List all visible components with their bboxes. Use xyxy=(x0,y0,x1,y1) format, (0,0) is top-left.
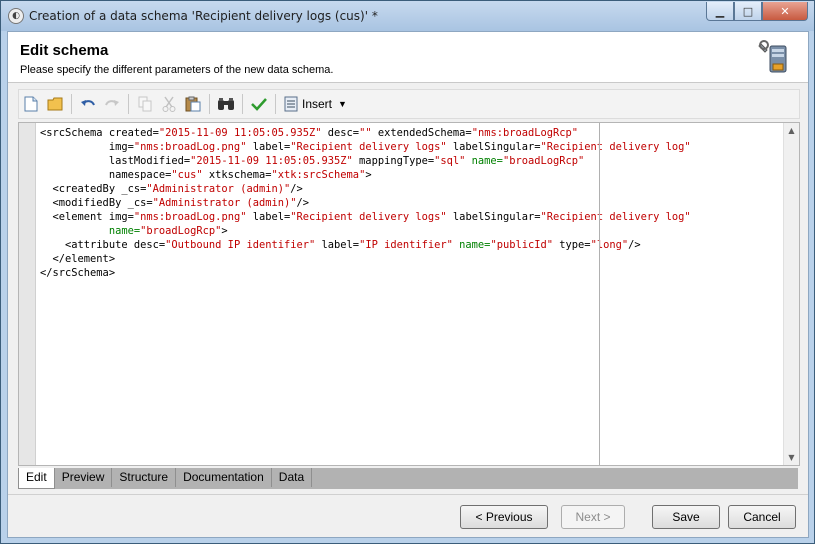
tab-edit[interactable]: Edit xyxy=(18,468,55,489)
code-line: </srcSchema> xyxy=(40,267,116,279)
window-title: Creation of a data schema 'Recipient del… xyxy=(29,9,378,23)
tab-documentation[interactable]: Documentation xyxy=(176,468,272,487)
insert-icon xyxy=(284,96,298,112)
toolbar-separator xyxy=(209,94,210,114)
tab-structure[interactable]: Structure xyxy=(112,468,177,487)
maximize-button[interactable]: □ xyxy=(734,2,762,21)
scroll-up-icon[interactable]: ▲ xyxy=(784,123,799,138)
code-line: name="broadLogRcp"> xyxy=(40,225,228,237)
copy-icon[interactable] xyxy=(134,93,156,115)
close-button[interactable]: ✕ xyxy=(762,2,808,21)
code-line: <element img="nms:broadLog.png" label="R… xyxy=(40,211,691,223)
editor-margin-line xyxy=(599,123,600,465)
code-line: <modifiedBy _cs="Administrator (admin)"/… xyxy=(40,197,310,209)
window-controls: ▁ □ ✕ xyxy=(706,2,808,22)
code-line: </element> xyxy=(40,253,116,265)
previous-button[interactable]: < Previous xyxy=(460,505,548,529)
toolbar-separator xyxy=(242,94,243,114)
dialog-window: ◐ Creation of a data schema 'Recipient d… xyxy=(0,0,815,544)
dialog-header: Edit schema Please specify the different… xyxy=(8,32,808,83)
cut-icon[interactable] xyxy=(158,93,180,115)
code-line: <createdBy _cs="Administrator (admin)"/> xyxy=(40,183,303,195)
vertical-scrollbar[interactable]: ▲ ▼ xyxy=(783,123,799,465)
code-line: namespace="cus" xtkschema="xtk:srcSchema… xyxy=(40,169,372,181)
code-line: lastModified="2015-11-09 11:05:05.935Z" … xyxy=(40,155,585,167)
undo-icon[interactable] xyxy=(77,93,99,115)
editor-tab-bar: Edit Preview Structure Documentation Dat… xyxy=(18,468,798,489)
next-button[interactable]: Next > xyxy=(561,505,625,529)
schema-tools-icon xyxy=(758,40,787,73)
footer-divider xyxy=(8,494,808,495)
editor-toolbar: Insert ▼ xyxy=(18,89,800,119)
app-icon: ◐ xyxy=(8,8,24,24)
open-folder-icon[interactable] xyxy=(44,93,66,115)
page-subtitle: Please specify the different parameters … xyxy=(20,64,334,76)
save-button[interactable]: Save xyxy=(652,505,720,529)
chevron-down-icon: ▼ xyxy=(338,99,347,109)
insert-menu-button[interactable]: Insert ▼ xyxy=(284,96,347,112)
toolbar-separator xyxy=(71,94,72,114)
code-line: <srcSchema created="2015-11-09 11:05:05.… xyxy=(40,127,579,139)
toolbar-separator xyxy=(275,94,276,114)
toolbar-separator xyxy=(128,94,129,114)
dialog-body: Edit schema Please specify the different… xyxy=(7,31,809,538)
insert-label: Insert xyxy=(302,97,333,111)
editor-gutter xyxy=(19,123,36,465)
title-bar[interactable]: ◐ Creation of a data schema 'Recipient d… xyxy=(1,1,814,31)
code-line: <attribute desc="Outbound IP identifier"… xyxy=(40,239,641,251)
find-icon[interactable] xyxy=(215,93,237,115)
xml-source-text[interactable]: <srcSchema created="2015-11-09 11:05:05.… xyxy=(40,126,691,280)
scroll-down-icon[interactable]: ▼ xyxy=(784,450,799,465)
redo-icon[interactable] xyxy=(101,93,123,115)
tab-data[interactable]: Data xyxy=(272,468,313,487)
xml-code-editor[interactable]: <srcSchema created="2015-11-09 11:05:05.… xyxy=(18,122,800,466)
page-title: Edit schema xyxy=(20,42,109,59)
code-line: img="nms:broadLog.png" label="Recipient … xyxy=(40,141,691,153)
cancel-button[interactable]: Cancel xyxy=(728,505,796,529)
tab-preview[interactable]: Preview xyxy=(55,468,113,487)
minimize-button[interactable]: ▁ xyxy=(706,2,734,21)
new-document-icon[interactable] xyxy=(20,93,42,115)
validate-icon[interactable] xyxy=(248,93,270,115)
paste-icon[interactable] xyxy=(182,93,204,115)
